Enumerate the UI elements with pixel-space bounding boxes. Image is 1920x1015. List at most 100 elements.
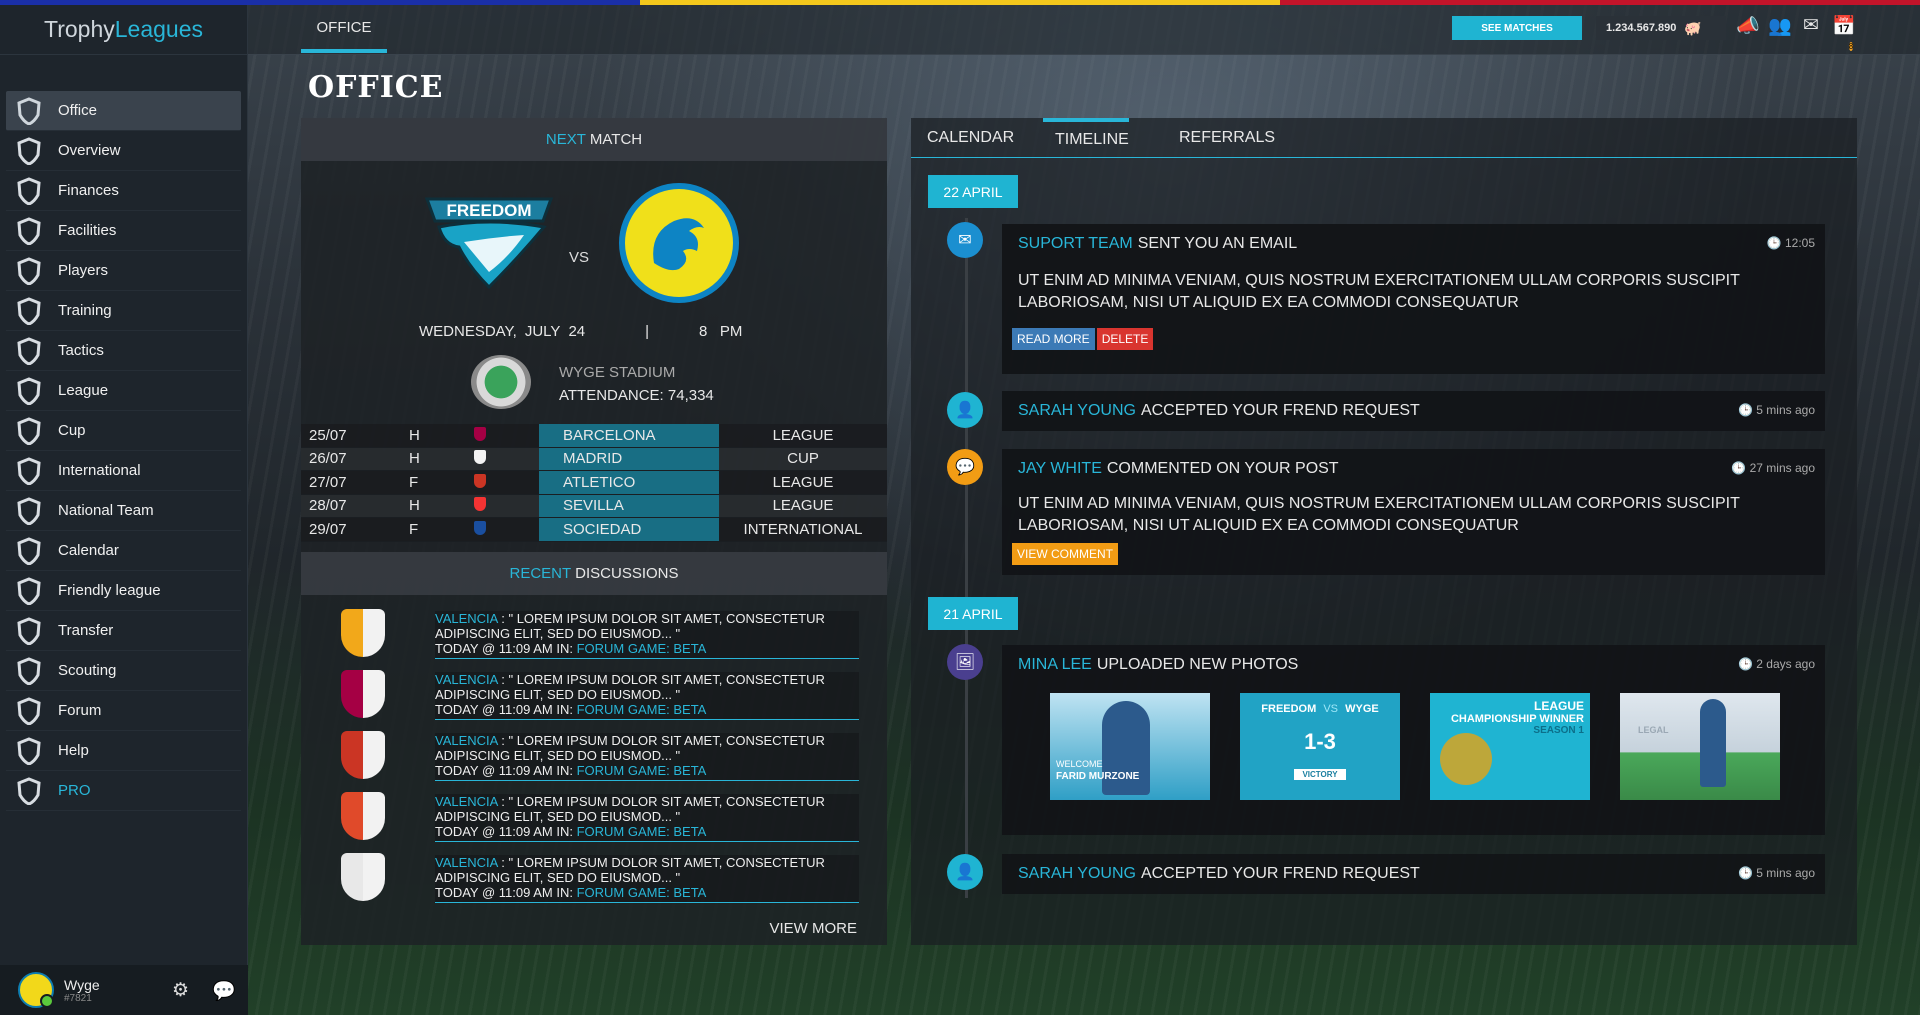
view-comment-button[interactable]: VIEW COMMENT	[1012, 543, 1118, 565]
photo-caption: LEGAL	[1638, 725, 1669, 735]
discussion-team[interactable]: VALENCIA	[435, 733, 498, 748]
sidebar-item-transfer[interactable]: Transfer	[6, 611, 241, 651]
table-row[interactable]: 27/07 F ATLETICO LEAGUE	[301, 471, 887, 495]
photo-thumbnail[interactable]: WELCOME FARID MURZONE	[1050, 693, 1210, 800]
event-action: UPLOADED NEW PHOTOS	[1096, 656, 1299, 673]
photo-caption: WELCOME	[1056, 759, 1103, 769]
photo-thumbnail[interactable]: FREEDOM VS WYGE 1-3 VICTORY	[1240, 693, 1400, 800]
sidebar-item-label: PRO	[58, 782, 91, 799]
sidebar-item-players[interactable]: Players	[6, 251, 241, 291]
friends-icon[interactable]: 👥	[1768, 14, 1792, 60]
shield-icon	[16, 496, 42, 526]
sidebar-item-international[interactable]: International	[6, 451, 241, 491]
stadium-attendance: ATTENDANCE: 74,334	[559, 387, 714, 404]
list-item[interactable]: VALENCIA : " LOREM IPSUM DOLOR SIT AMET,…	[301, 845, 887, 906]
logo-text-trophy: Trophy	[44, 16, 115, 42]
discussion-forum-link[interactable]: FORUM GAME: BETA	[577, 641, 707, 656]
list-item[interactable]: VALENCIA : " LOREM IPSUM DOLOR SIT AMET,…	[301, 784, 887, 845]
discussion-team[interactable]: VALENCIA	[435, 672, 498, 687]
see-matches-button[interactable]: SEE MATCHES	[1452, 16, 1582, 40]
fixture-competition: LEAGUE	[772, 497, 834, 515]
event-actor[interactable]: SARAH YOUNG	[1018, 402, 1136, 420]
table-row[interactable]: 29/07 F SOCIEDAD INTERNATIONAL	[301, 518, 887, 542]
list-item[interactable]: VALENCIA : " LOREM IPSUM DOLOR SIT AMET,…	[301, 601, 887, 662]
sidebar-item-office[interactable]: Office	[6, 91, 241, 131]
team-crest-icon	[341, 669, 385, 718]
sidebar-item-forum[interactable]: Forum	[6, 691, 241, 731]
photo-thumbnail[interactable]: LEAGUE CHAMPIONSHIP WINNER SEASON 1	[1430, 693, 1590, 800]
tab-timeline[interactable]: TIMELINE	[1043, 118, 1129, 158]
discussion-forum-link[interactable]: FORUM GAME: BETA	[577, 763, 707, 778]
discussion-separator: :	[497, 610, 509, 626]
fixture-competition: LEAGUE	[772, 473, 834, 491]
tab-calendar[interactable]: CALENDAR	[927, 118, 1043, 158]
sidebar-item-league[interactable]: League	[6, 371, 241, 411]
match-date: WEDNESDAY, JULY 24 | 8 PM	[419, 323, 742, 340]
sidebar-item-help[interactable]: Help	[6, 731, 241, 771]
logo-text-leagues: Leagues	[114, 16, 203, 42]
sidebar-item-finances[interactable]: Finances	[6, 171, 241, 211]
sidebar-item-national-team[interactable]: National Team	[6, 491, 241, 531]
discussion-team[interactable]: VALENCIA	[435, 855, 498, 870]
user-id: #7821	[64, 992, 92, 1004]
settings-gear-icon[interactable]: ⚙	[172, 979, 189, 1002]
calendar-icon[interactable]: 📅8	[1832, 14, 1856, 60]
photo-thumbnail[interactable]: LEGAL	[1620, 693, 1780, 800]
sidebar-item-tactics[interactable]: Tactics	[6, 331, 241, 371]
list-item[interactable]: VALENCIA : " LOREM IPSUM DOLOR SIT AMET,…	[301, 662, 887, 723]
sidebar-item-pro[interactable]: PRO	[6, 771, 241, 811]
shield-icon	[16, 416, 42, 446]
wyge-dragon-logo-icon[interactable]	[619, 183, 739, 303]
event-actor[interactable]: JAY WHITE	[1018, 460, 1102, 478]
money-balance[interactable]: 1.234.567.890 🐖	[1596, 16, 1726, 40]
tab-office[interactable]: OFFICE	[301, 5, 387, 53]
read-more-button[interactable]: READ MORE	[1012, 328, 1095, 350]
event-time: 🕒 27 mins ago	[1731, 461, 1815, 475]
tab-referrals[interactable]: REFERRALS	[1179, 118, 1275, 158]
sidebar-item-overview[interactable]: Overview	[6, 131, 241, 171]
team-crest-icon	[474, 497, 539, 514]
flag-stripe	[0, 0, 1920, 5]
avatar[interactable]	[18, 972, 54, 1008]
shield-icon	[16, 776, 42, 806]
event-action: SENT YOU AN EMAIL	[1137, 235, 1298, 252]
discussion-team[interactable]: VALENCIA	[435, 794, 498, 809]
sidebar-item-scouting[interactable]: Scouting	[6, 651, 241, 691]
app-logo[interactable]: Trophy Leagues	[0, 5, 247, 55]
mail-icon[interactable]: ✉	[1800, 14, 1822, 60]
discussion-separator: :	[497, 854, 509, 870]
discussion-forum-link[interactable]: FORUM GAME: BETA	[577, 885, 707, 900]
event-actor[interactable]: SARAH YOUNG	[1018, 865, 1136, 883]
sidebar-item-training[interactable]: Training	[6, 291, 241, 331]
view-more-link[interactable]: VIEW MORE	[769, 920, 857, 937]
heading-highlight: RECENT	[509, 564, 572, 582]
discussion-team[interactable]: VALENCIA	[435, 611, 498, 626]
team-crest-icon	[341, 608, 385, 657]
discussion-forum-link[interactable]: FORUM GAME: BETA	[577, 702, 707, 717]
sidebar-item-calendar[interactable]: Calendar	[6, 531, 241, 571]
fixture-competition: INTERNATIONAL	[743, 520, 863, 538]
table-row[interactable]: 25/07 H BARCELONA LEAGUE	[301, 424, 887, 448]
list-item[interactable]: VALENCIA : " LOREM IPSUM DOLOR SIT AMET,…	[301, 723, 887, 784]
table-row[interactable]: 26/07 H MADRID CUP	[301, 447, 887, 471]
heading-highlight: NEXT	[545, 131, 586, 148]
event-actor[interactable]: MINA LEE	[1018, 656, 1092, 674]
table-row[interactable]: 28/07 H SEVILLA LEAGUE	[301, 494, 887, 518]
shield-icon	[16, 656, 42, 686]
fixture-home-away: F	[409, 473, 419, 491]
match-date-separator: |	[645, 323, 650, 340]
sidebar-item-cup[interactable]: Cup	[6, 411, 241, 451]
event-actor[interactable]: SUPORT TEAM	[1018, 235, 1133, 253]
page-title: OFFICE	[308, 70, 444, 105]
freedom-shark-logo-icon[interactable]: FREEDOM	[419, 187, 559, 297]
friend-icon: 👤	[947, 392, 983, 428]
chat-icon[interactable]: 💬	[212, 979, 236, 1003]
sidebar-item-friendly-league[interactable]: Friendly league	[6, 571, 241, 611]
megaphone-icon[interactable]: 📣	[1736, 14, 1760, 60]
sidebar-item-facilities[interactable]: Facilities	[6, 211, 241, 251]
discussions-heading: RECENT DISCUSSIONS	[301, 551, 887, 595]
discussion-forum-link[interactable]: FORUM GAME: BETA	[577, 824, 707, 839]
delete-button[interactable]: DELETE	[1096, 328, 1154, 350]
fixture-date: 26/07	[309, 450, 347, 468]
fixture-team: SOCIEDAD	[539, 518, 719, 541]
